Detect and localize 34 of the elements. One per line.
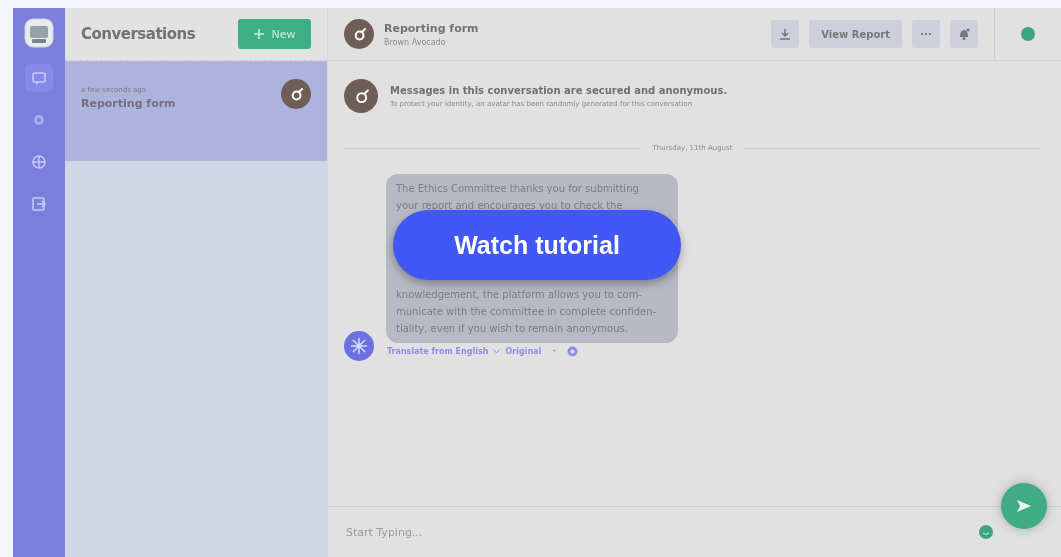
globe-icon [31,154,47,170]
new-button[interactable]: New [238,19,311,49]
message-input[interactable]: Start Typing... [344,524,971,540]
exit-icon [31,196,47,212]
chat-title: Reporting form [384,21,479,35]
message-text: knowledgement, the platform allows you to com- [396,288,644,302]
avatar-icon [344,79,378,113]
download-icon [779,28,792,40]
plus-icon [253,29,264,39]
message-text: The Ethics Committee thanks you for submitting [396,182,640,196]
send-button[interactable] [1001,483,1047,529]
original-link[interactable]: Original [505,346,542,356]
emoji-icon [979,525,993,539]
send-icon [1016,499,1032,513]
conversation-title: Reporting form [81,97,176,110]
message-text: tiality, even if you wish to remain anonymous. [396,322,629,336]
panel-title: Conversations [81,25,196,43]
chat-icon [31,70,47,86]
avatar-icon [281,79,311,109]
notice-title: Messages in this conversation are secured and anonymous. [390,84,728,96]
more-button[interactable]: ··· [912,20,940,48]
caret-icon [493,348,501,354]
translate-link[interactable]: Translate from English [387,346,489,356]
watch-tutorial-button[interactable]: Watch tutorial [393,210,681,280]
download-button[interactable] [771,20,800,48]
chat-subtitle: Brown Avocado [384,37,447,47]
logo-icon [24,18,54,48]
nav-item[interactable] [25,64,53,92]
notification-button[interactable] [950,20,978,48]
message-text: municate with the committee in complete confiden- [396,305,658,319]
bell-icon [957,27,971,41]
view-report-button[interactable]: View Report [809,20,902,48]
avatar-icon [344,331,374,361]
avatar-icon [344,19,374,49]
